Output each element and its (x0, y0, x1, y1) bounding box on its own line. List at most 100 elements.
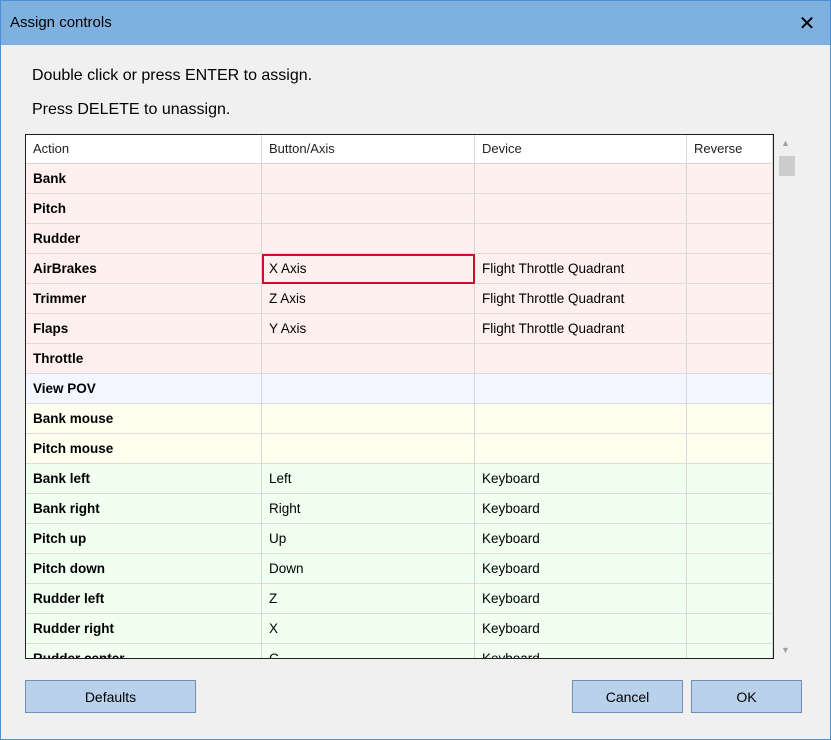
button-axis-cell[interactable] (262, 164, 475, 194)
table-row[interactable]: Bank left Left Keyboard (26, 464, 773, 494)
device-cell[interactable] (475, 164, 687, 194)
action-cell[interactable]: Bank left (26, 464, 262, 494)
table-row[interactable]: Bank mouse (26, 404, 773, 434)
action-cell[interactable]: Bank mouse (26, 404, 262, 434)
cancel-button[interactable]: Cancel (572, 680, 683, 713)
device-cell[interactable]: Keyboard (475, 524, 687, 554)
device-cell[interactable] (475, 224, 687, 254)
action-cell[interactable]: Rudder (26, 224, 262, 254)
reverse-cell[interactable] (687, 434, 773, 464)
action-cell[interactable]: Rudder center (26, 644, 262, 658)
table-row[interactable]: Pitch (26, 194, 773, 224)
table-row[interactable]: Flaps Y Axis Flight Throttle Quadrant (26, 314, 773, 344)
button-axis-cell[interactable] (262, 224, 475, 254)
device-cell[interactable]: Flight Throttle Quadrant (475, 314, 687, 344)
action-cell[interactable]: Pitch down (26, 554, 262, 584)
table-row[interactable]: Bank right Right Keyboard (26, 494, 773, 524)
reverse-cell[interactable] (687, 194, 773, 224)
device-cell[interactable]: Keyboard (475, 614, 687, 644)
device-cell[interactable] (475, 404, 687, 434)
close-icon[interactable]: ✕ (784, 1, 830, 45)
vertical-scrollbar[interactable]: ▲ ▼ (776, 134, 795, 659)
reverse-cell[interactable] (687, 584, 773, 614)
device-cell[interactable] (475, 434, 687, 464)
column-header-device[interactable]: Device (475, 135, 687, 163)
table-row[interactable]: Pitch down Down Keyboard (26, 554, 773, 584)
button-axis-cell[interactable]: Left (262, 464, 475, 494)
device-cell[interactable]: Keyboard (475, 584, 687, 614)
table-row[interactable]: Rudder left Z Keyboard (26, 584, 773, 614)
reverse-cell[interactable] (687, 374, 773, 404)
button-axis-cell[interactable]: Z (262, 584, 475, 614)
device-cell[interactable] (475, 344, 687, 374)
button-axis-cell[interactable]: X Axis (262, 254, 475, 284)
device-cell[interactable] (475, 194, 687, 224)
action-cell[interactable]: Pitch (26, 194, 262, 224)
button-axis-cell[interactable] (262, 344, 475, 374)
grid-header: Action Button/Axis Device Reverse (26, 135, 773, 164)
button-axis-cell[interactable] (262, 404, 475, 434)
table-row[interactable]: AirBrakes X Axis Flight Throttle Quadrant (26, 254, 773, 284)
device-cell[interactable]: Flight Throttle Quadrant (475, 254, 687, 284)
action-cell[interactable]: Trimmer (26, 284, 262, 314)
table-row[interactable]: View POV (26, 374, 773, 404)
scroll-thumb[interactable] (779, 156, 795, 176)
action-cell[interactable]: Flaps (26, 314, 262, 344)
scroll-up-icon[interactable]: ▲ (776, 134, 795, 152)
table-row[interactable]: Rudder right X Keyboard (26, 614, 773, 644)
title-bar: Assign controls ✕ (1, 1, 830, 45)
action-cell[interactable]: Pitch up (26, 524, 262, 554)
reverse-cell[interactable] (687, 164, 773, 194)
button-axis-cell[interactable]: Y Axis (262, 314, 475, 344)
action-cell[interactable]: Rudder left (26, 584, 262, 614)
device-cell[interactable]: Keyboard (475, 644, 687, 658)
reverse-cell[interactable] (687, 314, 773, 344)
table-row[interactable]: Pitch up Up Keyboard (26, 524, 773, 554)
device-cell[interactable]: Keyboard (475, 464, 687, 494)
table-row[interactable]: Trimmer Z Axis Flight Throttle Quadrant (26, 284, 773, 314)
action-cell[interactable]: View POV (26, 374, 262, 404)
button-axis-cell[interactable] (262, 194, 475, 224)
reverse-cell[interactable] (687, 614, 773, 644)
device-cell[interactable]: Keyboard (475, 494, 687, 524)
reverse-cell[interactable] (687, 224, 773, 254)
button-axis-cell[interactable]: C (262, 644, 475, 658)
ok-button[interactable]: OK (691, 680, 802, 713)
button-axis-cell[interactable]: Down (262, 554, 475, 584)
action-cell[interactable]: Throttle (26, 344, 262, 374)
button-axis-cell[interactable]: Up (262, 524, 475, 554)
action-cell[interactable]: Bank (26, 164, 262, 194)
button-axis-cell[interactable]: Z Axis (262, 284, 475, 314)
reverse-cell[interactable] (687, 644, 773, 658)
column-header-button-axis[interactable]: Button/Axis (262, 135, 475, 163)
reverse-cell[interactable] (687, 284, 773, 314)
table-row[interactable]: Bank (26, 164, 773, 194)
table-row[interactable]: Pitch mouse (26, 434, 773, 464)
action-cell[interactable]: Rudder right (26, 614, 262, 644)
button-axis-cell[interactable] (262, 374, 475, 404)
device-cell[interactable] (475, 374, 687, 404)
reverse-cell[interactable] (687, 524, 773, 554)
device-cell[interactable]: Flight Throttle Quadrant (475, 284, 687, 314)
device-cell[interactable]: Keyboard (475, 554, 687, 584)
reverse-cell[interactable] (687, 254, 773, 284)
column-header-action[interactable]: Action (26, 135, 262, 163)
reverse-cell[interactable] (687, 404, 773, 434)
button-axis-cell[interactable]: Right (262, 494, 475, 524)
action-cell[interactable]: Bank right (26, 494, 262, 524)
action-cell[interactable]: AirBrakes (26, 254, 262, 284)
action-cell[interactable]: Pitch mouse (26, 434, 262, 464)
scroll-down-icon[interactable]: ▼ (776, 641, 795, 659)
reverse-cell[interactable] (687, 494, 773, 524)
button-axis-cell[interactable] (262, 434, 475, 464)
reverse-cell[interactable] (687, 344, 773, 374)
reverse-cell[interactable] (687, 464, 773, 494)
table-row[interactable]: Rudder center C Keyboard (26, 644, 773, 658)
column-header-reverse[interactable]: Reverse (687, 135, 773, 163)
reverse-cell[interactable] (687, 554, 773, 584)
table-row[interactable]: Throttle (26, 344, 773, 374)
controls-grid: Action Button/Axis Device Reverse Bank Pi… (25, 134, 774, 659)
button-axis-cell[interactable]: X (262, 614, 475, 644)
table-row[interactable]: Rudder (26, 224, 773, 254)
defaults-button[interactable]: Defaults (25, 680, 196, 713)
